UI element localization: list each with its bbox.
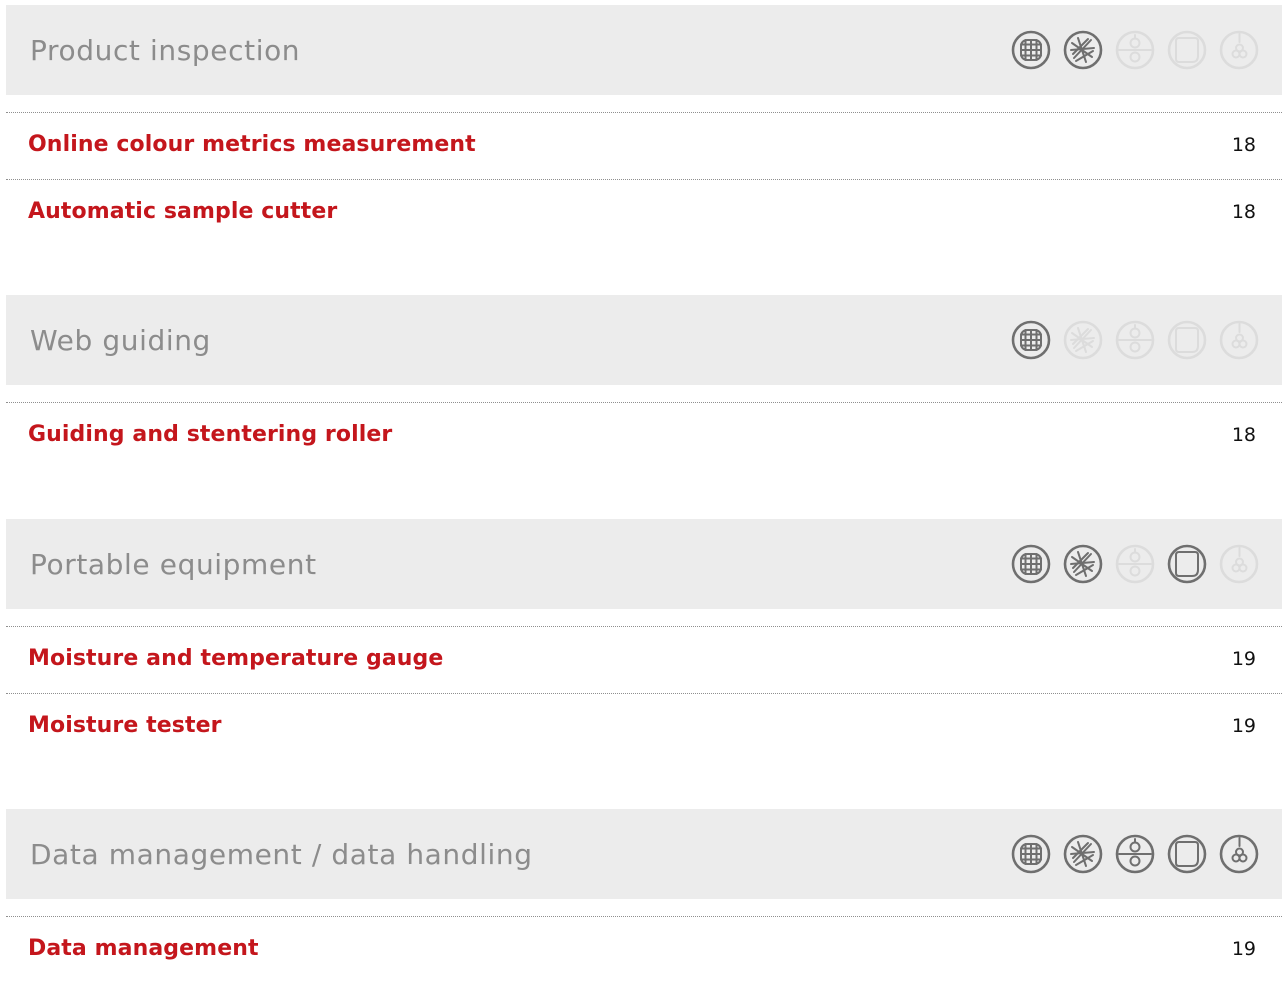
section-title: Web guiding [30, 324, 211, 357]
coating-roller-icon [1115, 834, 1155, 874]
section-header: Data management / data handling [6, 809, 1282, 899]
category-icons [1010, 543, 1260, 587]
woven-fabric-icon [1011, 320, 1051, 360]
nonwoven-fabric-icon [1063, 544, 1103, 584]
list-item[interactable]: Moisture and temperature gauge 19 [6, 627, 1282, 693]
category-icons [1010, 319, 1260, 363]
woven-fabric-icon [1011, 834, 1051, 874]
film-sheet-icon [1167, 834, 1207, 874]
section-web-guiding: Web guiding Guiding and stentering rolle… [6, 295, 1282, 469]
section-portable-equipment: Portable equipment Moisture and temperat… [6, 519, 1282, 760]
item-label[interactable]: Guiding and stentering roller [28, 403, 392, 467]
section-title: Data management / data handling [30, 838, 533, 871]
yarn-spool-icon [1219, 544, 1259, 584]
film-sheet-icon [1167, 544, 1207, 584]
item-label[interactable]: Data management [28, 917, 259, 981]
woven-fabric-icon [1011, 30, 1051, 70]
list-item[interactable]: Automatic sample cutter 18 [6, 180, 1282, 246]
yarn-spool-icon [1219, 30, 1259, 70]
page-number: 19 [1231, 715, 1256, 737]
section-title: Portable equipment [30, 548, 317, 581]
section-header: Portable equipment [6, 519, 1282, 609]
section-header: Product inspection [6, 5, 1282, 95]
page-number: 19 [1231, 648, 1256, 670]
section-header: Web guiding [6, 295, 1282, 385]
section-data-management: Data management / data handling Data man… [6, 809, 1282, 983]
page-number: 19 [1231, 938, 1256, 960]
coating-roller-icon [1115, 30, 1155, 70]
page-number: 18 [1231, 424, 1256, 446]
list-item[interactable]: Guiding and stentering roller 18 [6, 403, 1282, 469]
list-item[interactable]: Moisture tester 19 [6, 694, 1282, 760]
category-icons [1010, 833, 1260, 877]
item-label[interactable]: Automatic sample cutter [28, 180, 337, 244]
section-title: Product inspection [30, 34, 301, 67]
item-label[interactable]: Moisture and temperature gauge [28, 627, 443, 691]
item-label[interactable]: Online colour metrics measurement [28, 113, 476, 177]
coating-roller-icon [1115, 544, 1155, 584]
film-sheet-icon [1167, 320, 1207, 360]
category-icons [1010, 29, 1260, 73]
nonwoven-fabric-icon [1063, 320, 1103, 360]
page-number: 18 [1231, 134, 1256, 156]
list-item[interactable]: Online colour metrics measurement 18 [6, 113, 1282, 179]
list-item[interactable]: Data management 19 [6, 917, 1282, 983]
yarn-spool-icon [1219, 834, 1259, 874]
film-sheet-icon [1167, 30, 1207, 70]
item-label[interactable]: Moisture tester [28, 694, 222, 758]
yarn-spool-icon [1219, 320, 1259, 360]
nonwoven-fabric-icon [1063, 30, 1103, 70]
page-number: 18 [1231, 201, 1256, 223]
coating-roller-icon [1115, 320, 1155, 360]
section-product-inspection: Product inspection Online colour metrics… [6, 5, 1282, 246]
nonwoven-fabric-icon [1063, 834, 1103, 874]
woven-fabric-icon [1011, 544, 1051, 584]
